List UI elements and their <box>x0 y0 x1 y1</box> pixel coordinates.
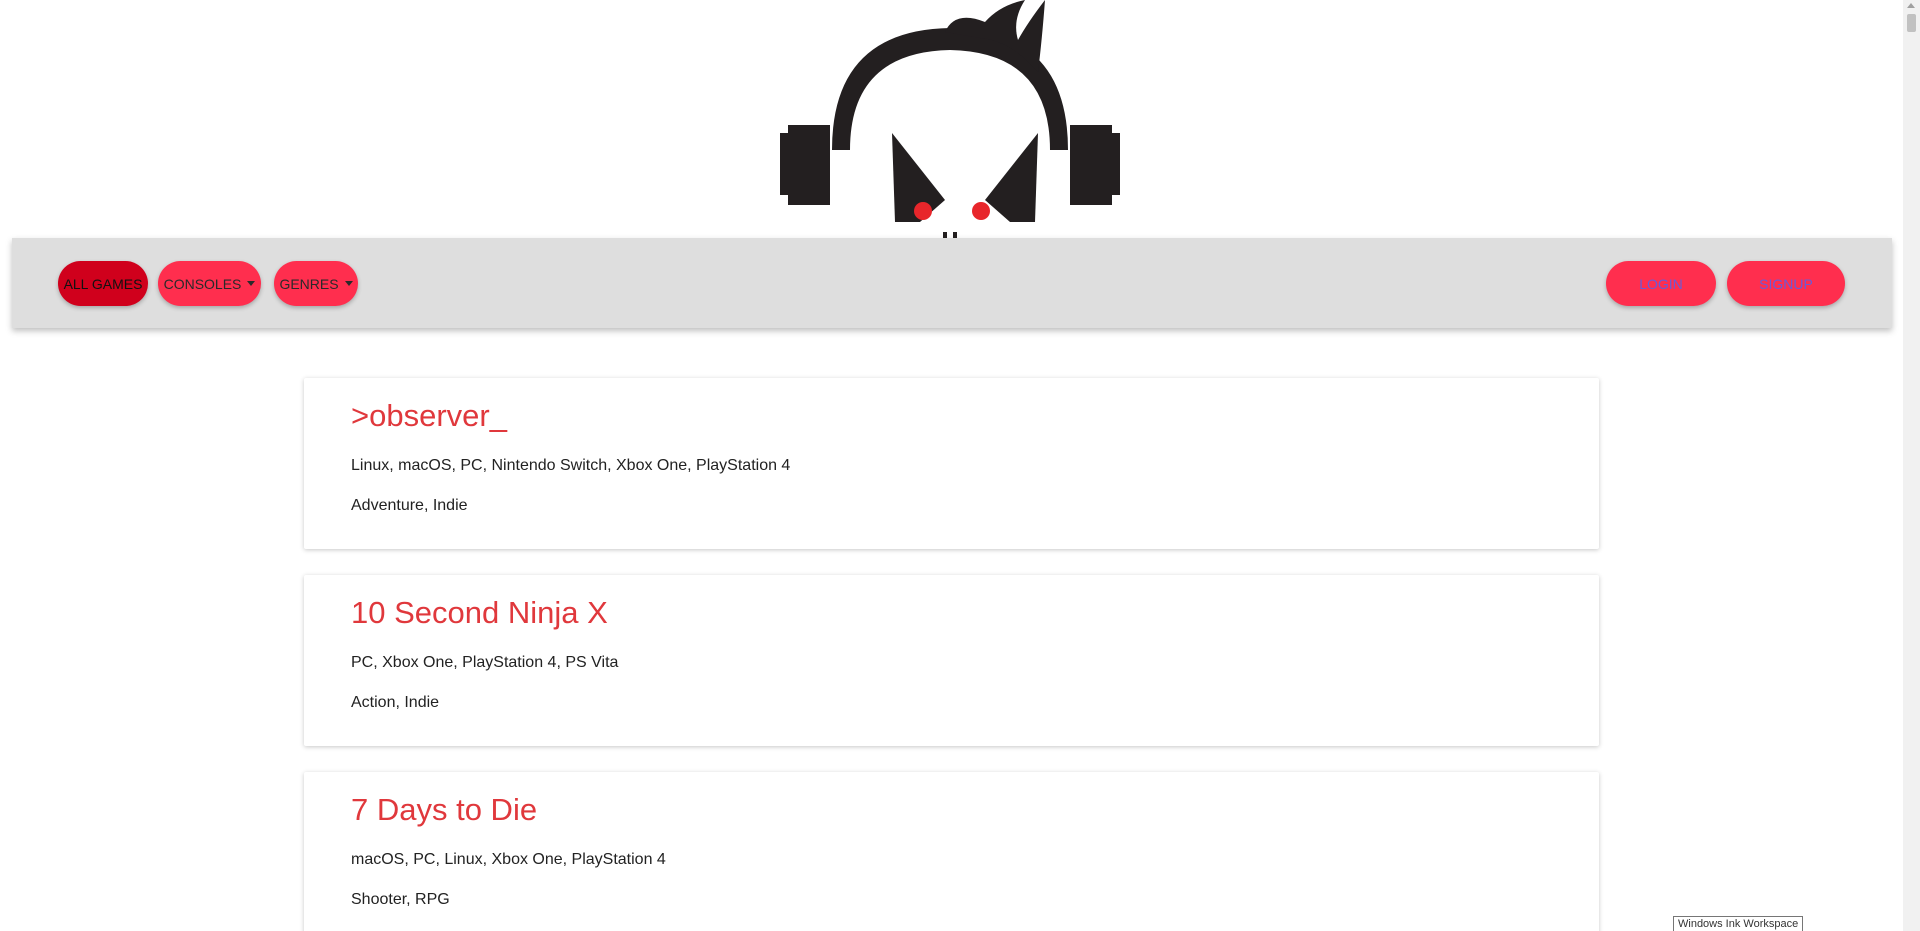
signup-button[interactable]: SIGNUP <box>1727 261 1845 306</box>
game-genres: Shooter, RPG <box>351 891 450 908</box>
game-platforms: macOS, PC, Linux, Xbox One, PlayStation … <box>351 851 666 868</box>
headphone-skull-logo-icon <box>780 0 1120 238</box>
caret-down-icon <box>344 281 353 286</box>
signup-label: SIGNUP <box>1759 275 1813 292</box>
all-games-button[interactable]: ALL GAMES <box>58 261 148 306</box>
consoles-dropdown[interactable]: CONSOLES <box>158 261 261 306</box>
game-card[interactable]: >observer_ Linux, macOS, PC, Nintendo Sw… <box>304 378 1599 549</box>
scroll-thumb[interactable] <box>1907 14 1916 32</box>
vertical-scrollbar[interactable] <box>1903 0 1920 931</box>
game-card[interactable]: 10 Second Ninja X PC, Xbox One, PlayStat… <box>304 575 1599 746</box>
game-genres: Action, Indie <box>351 694 440 711</box>
game-title[interactable]: >observer_ <box>351 398 507 434</box>
page: ALL GAMES CONSOLES GENRES LOGIN SIGNUP >… <box>0 0 1920 931</box>
game-platforms: PC, Xbox One, PlayStation 4, PS Vita <box>351 654 619 671</box>
navbar: ALL GAMES CONSOLES GENRES LOGIN SIGNUP <box>12 238 1892 328</box>
genres-dropdown[interactable]: GENRES <box>274 261 358 306</box>
login-button[interactable]: LOGIN <box>1606 261 1716 306</box>
game-platforms: Linux, macOS, PC, Nintendo Switch, Xbox … <box>351 457 791 474</box>
game-title[interactable]: 10 Second Ninja X <box>351 595 608 631</box>
caret-down-icon <box>247 281 256 286</box>
login-label: LOGIN <box>1639 275 1683 292</box>
game-title[interactable]: 7 Days to Die <box>351 792 537 828</box>
game-card[interactable]: 7 Days to Die macOS, PC, Linux, Xbox One… <box>304 772 1599 931</box>
game-genres: Adventure, Indie <box>351 497 468 514</box>
consoles-label: CONSOLES <box>163 275 242 292</box>
tooltip: Windows Ink Workspace <box>1673 916 1804 931</box>
all-games-label: ALL GAMES <box>63 275 143 292</box>
scroll-up-arrow-icon[interactable] <box>1907 3 1915 8</box>
genres-label: GENRES <box>279 275 339 292</box>
